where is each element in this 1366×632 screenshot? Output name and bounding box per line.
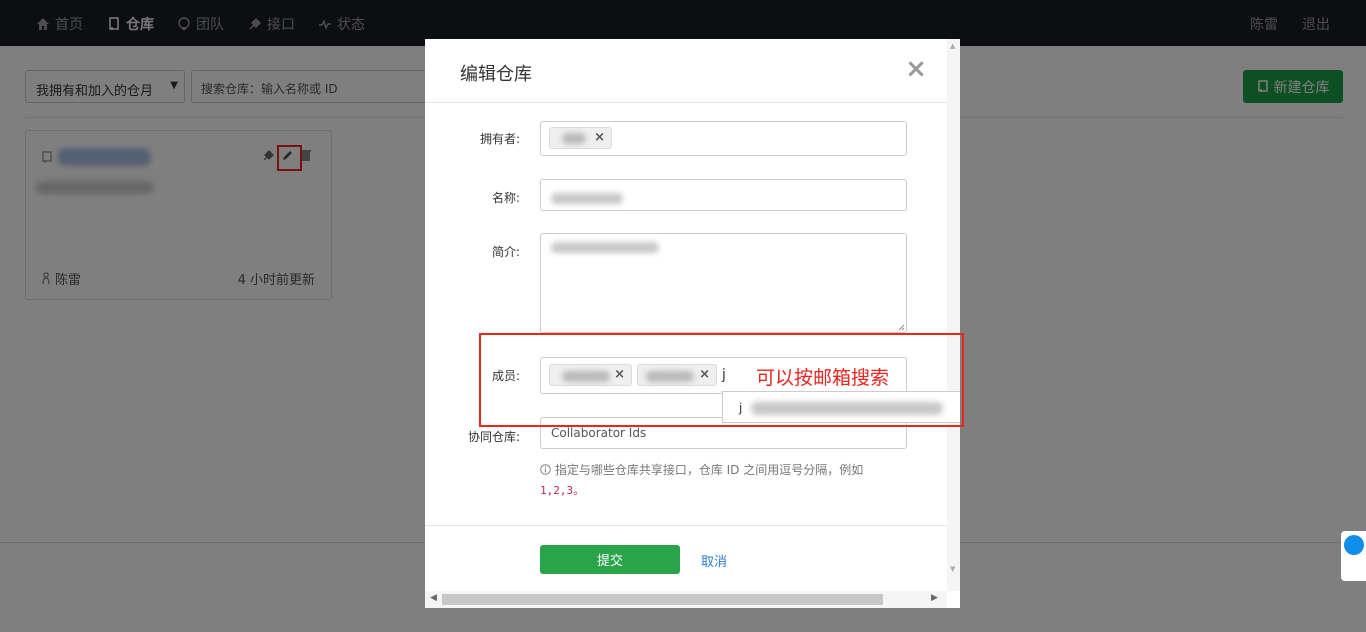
owner-label: 拥有者:	[479, 132, 520, 146]
cancel-link[interactable]: 取消	[701, 551, 727, 570]
modal-horizontal-scrollbar[interactable]: ◀ ▶	[425, 591, 947, 608]
collab-help-desc: 指定与哪些仓库共享接口，仓库 ID 之间用逗号分隔，例如	[554, 463, 864, 477]
collab-help-text: 指定与哪些仓库共享接口，仓库 ID 之间用逗号分隔，例如 1,2,3。	[540, 460, 880, 501]
teamviewer-icon	[1344, 535, 1364, 555]
scroll-thumb[interactable]	[442, 594, 883, 605]
scroll-down-icon[interactable]: ▼	[950, 565, 955, 573]
modal-footer-divider	[425, 525, 947, 526]
name-label: 名称:	[491, 191, 520, 205]
modal-title: 编辑仓库	[460, 64, 532, 85]
collab-help-example: 1,2,3。	[540, 484, 585, 497]
owner-tag: ×	[549, 127, 612, 149]
owner-field[interactable]: ×	[540, 121, 907, 156]
collab-label: 协同仓库:	[467, 430, 520, 444]
scroll-up-icon[interactable]: ▲	[950, 42, 955, 50]
intro-value-redacted	[551, 242, 659, 253]
scroll-left-icon[interactable]: ◀	[430, 593, 437, 603]
name-field[interactable]	[540, 179, 907, 211]
resize-grip-icon[interactable]	[897, 323, 905, 331]
info-icon	[540, 464, 551, 475]
teamviewer-tab[interactable]	[1341, 531, 1366, 581]
annotation-box	[479, 333, 964, 427]
modal-vertical-scrollbar[interactable]: ▲ ▼	[947, 39, 960, 591]
submit-button[interactable]: 提交	[540, 545, 680, 574]
scroll-right-icon[interactable]: ▶	[931, 593, 938, 603]
intro-textarea[interactable]	[540, 233, 907, 333]
owner-tag-text-redacted	[562, 133, 586, 144]
intro-label: 简介:	[491, 245, 520, 259]
annotation-text: 可以按邮箱搜索	[756, 367, 890, 389]
name-value-redacted	[551, 193, 623, 204]
modal-header: 编辑仓库 ×	[425, 39, 947, 103]
remove-owner-icon[interactable]: ×	[594, 130, 605, 145]
edit-repo-modal: 编辑仓库 × 拥有者: × 名称: 简介: 成员: × × j 协同仓库: Co…	[425, 39, 960, 608]
close-icon[interactable]: ×	[905, 56, 927, 82]
